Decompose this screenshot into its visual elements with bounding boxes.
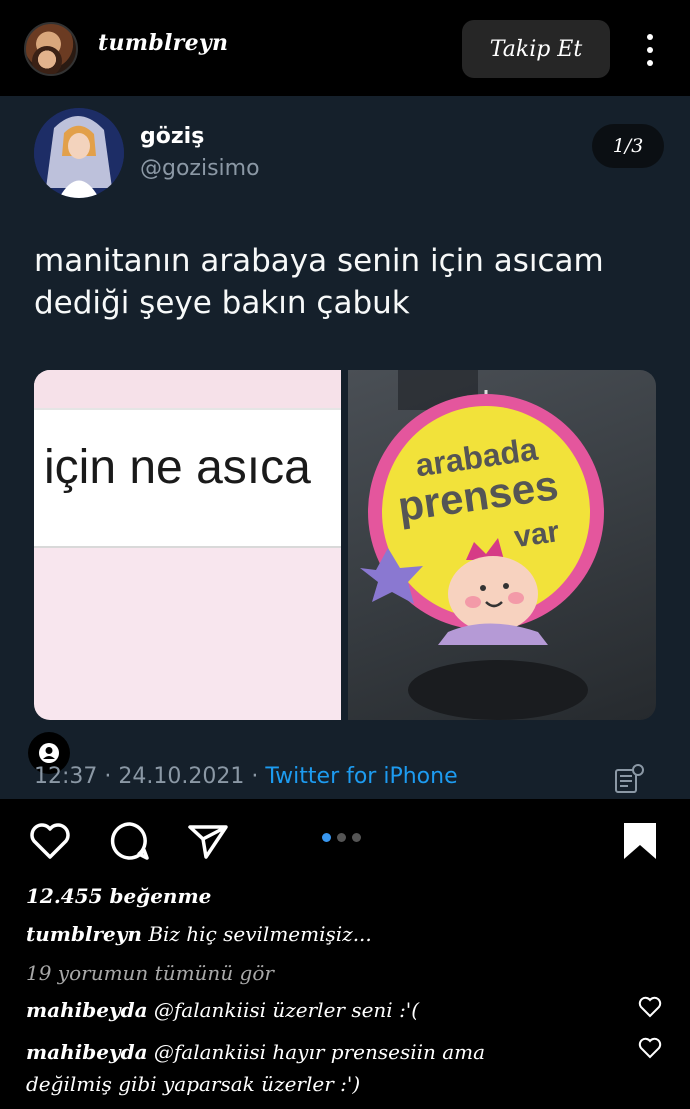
media-image-left: için ne asıca — [34, 370, 341, 720]
post-username[interactable]: tumblreyn — [98, 30, 228, 56]
tweet-date: 24.10.2021 — [118, 764, 245, 789]
princess-sign-image: arabada prenses var — [360, 370, 604, 720]
media-image-right: arabada prenses var — [348, 370, 656, 720]
view-all-comments-link[interactable]: 19 yorumun tümünü gör — [26, 961, 274, 985]
carousel-dot-active — [322, 833, 331, 842]
post-actions — [0, 799, 690, 879]
comment-text-continued: değilmiş gibi yaparsak üzerler :') — [26, 1072, 361, 1096]
comment-like-icon[interactable] — [638, 996, 662, 1018]
tweet-display-name: göziş — [140, 124, 205, 149]
tweet-time: 12:37 — [34, 764, 98, 789]
comment-username[interactable]: mahibeyda — [26, 998, 148, 1022]
tweet-source: Twitter for iPhone — [265, 764, 458, 789]
comment-like-icon[interactable] — [638, 1037, 662, 1059]
comment-item: mahibeyda @falankiisi hayır prensesiin a… — [26, 1040, 485, 1064]
avatar-face — [32, 46, 62, 74]
carousel-dot — [337, 833, 346, 842]
sign-line-3: var — [512, 515, 562, 554]
comment-text: @falankiisi hayır prensesiin ama — [153, 1040, 486, 1064]
caption: tumblreyn Biz hiç sevilmemişiz... — [26, 922, 372, 946]
share-send-icon[interactable] — [186, 819, 230, 863]
tweet-handle: @gozisimo — [140, 156, 260, 181]
carousel-dots — [322, 833, 361, 842]
comment-item: mahibeyda @falankiisi üzerler seni :'( — [26, 998, 419, 1022]
carousel-page-indicator: 1/3 — [592, 124, 664, 168]
media-left-text: için ne asıca — [44, 441, 311, 494]
profile-avatar[interactable] — [24, 22, 78, 76]
tweet-media[interactable]: için ne asıca arabada prenses var — [34, 370, 656, 720]
comment-icon[interactable] — [108, 819, 152, 863]
caption-text: Biz hiç sevilmemişiz... — [148, 922, 372, 946]
like-heart-icon[interactable] — [28, 819, 72, 863]
tweet-text: manitanın arabaya senin için asıcam dedi… — [34, 243, 604, 321]
tweet-screenshot: göziş @gozisimo 1/3 manitanın arabaya se… — [0, 96, 690, 799]
save-bookmark-icon[interactable] — [618, 819, 662, 863]
tweet-meta: 12:37 · 24.10.2021 · Twitter for iPhone — [34, 764, 458, 789]
more-options-icon[interactable] — [640, 30, 660, 70]
caption-username[interactable]: tumblreyn — [26, 922, 142, 946]
comment-username[interactable]: mahibeyda — [26, 1040, 148, 1064]
analytics-icon — [615, 764, 644, 793]
comment-text: @falankiisi üzerler seni :'( — [153, 998, 420, 1022]
post-header: tumblreyn Takip Et — [0, 0, 690, 96]
likes-count[interactable]: 12.455 beğenme — [26, 884, 211, 908]
tweet-avatar — [34, 108, 124, 198]
carousel-dot — [352, 833, 361, 842]
follow-button[interactable]: Takip Et — [462, 20, 610, 78]
